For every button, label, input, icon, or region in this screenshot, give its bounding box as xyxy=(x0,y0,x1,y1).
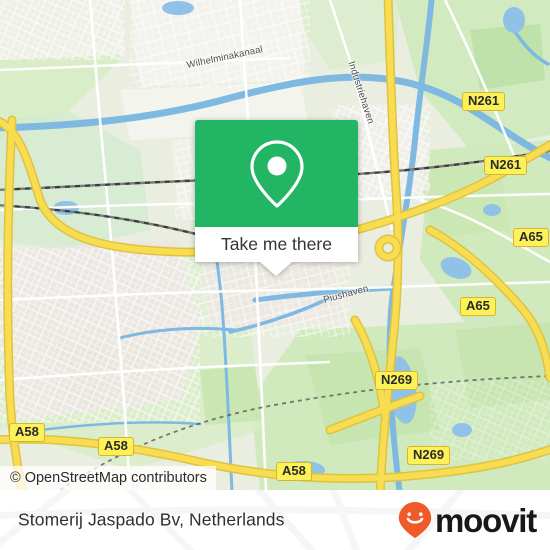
route-shield: A58 xyxy=(98,437,134,456)
take-me-there-button[interactable]: Take me there xyxy=(195,227,358,262)
route-shield: N269 xyxy=(375,371,419,390)
place-title: Stomerij Jaspado Bv, Netherlands xyxy=(18,509,285,530)
map-canvas[interactable]: N261 N261 A65 A65 N269 N269 A58 A58 A58 … xyxy=(0,0,550,490)
route-shield: N269 xyxy=(407,446,451,465)
popup-header xyxy=(195,120,358,227)
route-shield: N261 xyxy=(462,92,506,111)
route-shield: A58 xyxy=(9,423,45,442)
screenshot-root: N261 N261 A65 A65 N269 N269 A58 A58 A58 … xyxy=(0,0,550,550)
route-shield: N261 xyxy=(484,156,528,175)
route-shield: A65 xyxy=(513,228,549,247)
location-popup[interactable]: Take me there xyxy=(195,120,358,276)
moovit-pin-icon xyxy=(398,502,432,538)
bottom-info-bar: Stomerij Jaspado Bv, Netherlands moovit xyxy=(0,490,550,550)
route-shield: A65 xyxy=(460,297,496,316)
popup-tail xyxy=(260,262,292,276)
route-shield: A58 xyxy=(276,462,312,481)
moovit-logo: moovit xyxy=(397,501,537,539)
map-attribution[interactable]: © OpenStreetMap contributors xyxy=(0,466,216,490)
moovit-wordmark: moovit xyxy=(435,501,537,539)
location-pin-icon xyxy=(249,139,304,208)
